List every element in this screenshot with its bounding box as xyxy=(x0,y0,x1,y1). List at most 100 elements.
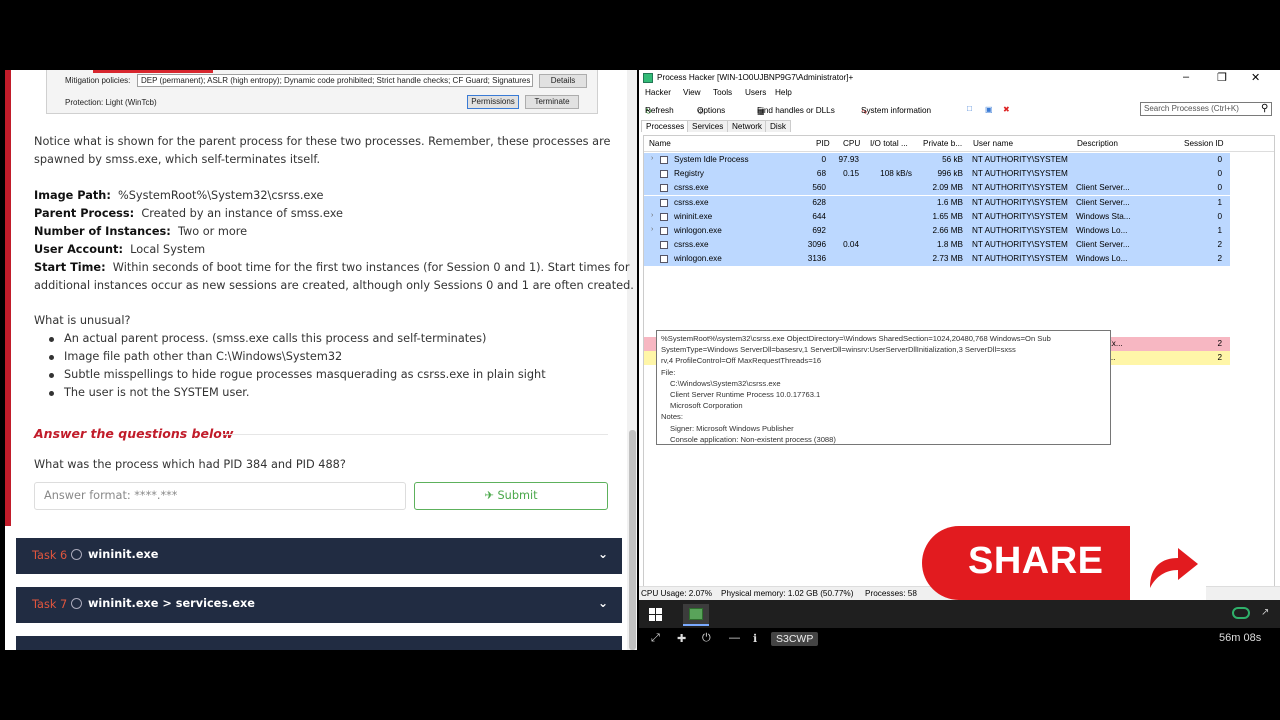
cloud-icon[interactable] xyxy=(1232,607,1250,619)
expand-icon[interactable]: › xyxy=(651,212,653,219)
window-icon[interactable]: □ xyxy=(967,104,972,113)
vm-control-bar: ⤢ ✚ ⏻ — ℹ S3CWP 56m 08s xyxy=(639,628,1280,650)
row-user: NT AUTHORITY\SYSTEM xyxy=(972,183,1068,193)
mitigation-field: DEP (permanent); ASLR (high entropy); Dy… xyxy=(137,74,533,87)
table-row[interactable]: csrss.exe 3096 0.04 1.8 MB NT AUTHORITY\SYST… xyxy=(644,238,1230,253)
unusual-title: What is unusual? xyxy=(34,314,131,327)
mitigation-label: Mitigation policies: xyxy=(65,76,131,85)
col-private[interactable]: Private b... xyxy=(923,139,962,148)
time-remaining: 56m 08s xyxy=(1219,632,1262,644)
row-user: NT AUTHORITY\SYSTEM xyxy=(972,226,1068,235)
room-panel: Mitigation policies: DEP (permanent); AS… xyxy=(5,70,637,650)
plus-icon[interactable]: ✚ xyxy=(677,632,686,645)
taskbar-process-hacker-icon[interactable] xyxy=(683,604,709,626)
expand-icon[interactable]: › xyxy=(651,226,653,233)
process-table: Name PID CPU I/O total ... Private b... … xyxy=(643,135,1275,587)
power-icon[interactable]: ⏻ xyxy=(702,632,711,645)
col-pid[interactable]: PID xyxy=(816,139,830,148)
tab-network[interactable]: Network xyxy=(727,120,768,132)
expand-icon[interactable]: › xyxy=(651,155,653,162)
menu-hacker[interactable]: Hacker xyxy=(645,88,671,97)
paper-plane-icon: ✈ xyxy=(484,489,494,502)
search-input[interactable]: Search Processes (Ctrl+K) xyxy=(1140,102,1272,116)
table-row[interactable]: csrss.exe 560 2.09 MB NT AUTHORITY\SYSTEM Cl… xyxy=(644,181,1230,196)
intro-line-1: Notice what is shown for the parent proc… xyxy=(34,135,611,148)
col-cpu[interactable]: CPU xyxy=(843,139,860,148)
table-row[interactable]: csrss.exe 628 1.6 MB NT AUTHORITY\SYSTEM Cli… xyxy=(644,195,1230,210)
row-cpu: 97.93 xyxy=(838,155,860,164)
maximize-icon[interactable]: ❐ xyxy=(1217,71,1227,84)
tooltip-line: Console application: Non-existent proces… xyxy=(670,434,836,444)
user-account-row: User Account: Local System xyxy=(34,243,206,256)
page-scrollbar[interactable] xyxy=(627,70,637,650)
details-button: Details xyxy=(539,74,587,88)
menu-view[interactable]: View xyxy=(683,88,701,97)
fullscreen-icon[interactable]: ⤢ xyxy=(651,632,660,645)
row-session: 2 xyxy=(1217,353,1222,362)
find-window-icon[interactable]: ▣ xyxy=(985,104,993,114)
task-7-header[interactable]: Task 7 wininit.exe > services.exe ⌄ xyxy=(16,587,622,623)
windows-start-icon[interactable] xyxy=(649,608,663,622)
row-priv: 2.66 MB xyxy=(932,226,964,235)
share-overlay[interactable]: SHARE xyxy=(922,526,1208,602)
process-icon xyxy=(660,170,668,179)
tab-processes[interactable]: Processes xyxy=(641,120,690,132)
close-red-icon[interactable]: ✖ xyxy=(1003,104,1010,114)
table-row[interactable]: Registry 68 0.15 108 kB/s 996 kB NT AUTHORITY… xyxy=(644,167,1230,182)
col-session[interactable]: Session ID xyxy=(1184,139,1224,148)
row-priv: 1.8 MB xyxy=(937,240,963,250)
submit-button[interactable]: ✈ Submit xyxy=(414,482,608,510)
menu-users[interactable]: Users xyxy=(745,88,766,97)
info-icon[interactable]: ℹ xyxy=(753,632,757,645)
tab-disk[interactable]: Disk xyxy=(765,120,791,132)
row-session: 2 xyxy=(1217,254,1222,264)
row-user: NT AUTHORITY\SYSTEM xyxy=(972,211,1068,221)
minus-icon[interactable]: — xyxy=(729,632,740,644)
col-io[interactable]: I/O total ... xyxy=(870,139,908,148)
row-desc: Client Server... xyxy=(1076,240,1130,250)
row-priv: 2.73 MB xyxy=(932,254,964,264)
table-row[interactable]: winlogon.exe 3136 2.73 MB NT AUTHORITY\SYST… xyxy=(644,252,1230,267)
process-icon xyxy=(660,198,668,207)
task-name: wininit.exe xyxy=(88,548,159,561)
row-session: 2 xyxy=(1217,240,1222,250)
answer-input[interactable]: Answer format: ****.*** xyxy=(34,482,406,510)
table-row[interactable]: › winlogon.exe 692 2.66 MB NT AUTHORITY\SYST… xyxy=(644,224,1230,238)
row-session: 0 xyxy=(1217,183,1222,193)
row-name: winlogon.exe xyxy=(674,226,722,235)
table-row[interactable]: › System Idle Process 0 97.93 56 kB NT AUTHOR… xyxy=(644,153,1230,167)
tab-services[interactable]: Services xyxy=(687,120,729,132)
title-bar: Process Hacker [WIN-1O0UJBNP9G7\Administ… xyxy=(639,70,1280,86)
process-icon xyxy=(660,241,668,250)
tooltip-line: SystemType=Windows ServerDll=basesrv,1 S… xyxy=(661,345,1016,355)
start-time-row: Start Time: Within seconds of boot time … xyxy=(34,261,630,274)
arrow-icon[interactable]: ↗ xyxy=(1261,607,1269,618)
search-icon[interactable]: ⚲ xyxy=(1261,103,1268,114)
close-icon[interactable]: ✕ xyxy=(1251,71,1260,84)
menu-tools[interactable]: Tools xyxy=(713,88,732,97)
answer-section-title: Answer the questions below xyxy=(34,426,234,441)
scrollbar-thumb[interactable] xyxy=(629,430,636,650)
task-8-header-partial[interactable] xyxy=(16,636,622,650)
row-priv: 996 kB xyxy=(937,169,964,179)
col-name[interactable]: Name xyxy=(649,139,671,148)
task-name: wininit.exe > services.exe xyxy=(88,597,255,610)
physical-memory: Physical memory: 1.02 GB (50.77%) xyxy=(721,589,854,598)
task-6-header[interactable]: Task 6 wininit.exe ⌄ xyxy=(16,538,622,574)
row-pid: 560 xyxy=(812,183,826,193)
tooltip-line: Microsoft Corporation xyxy=(670,401,743,411)
row-pid: 628 xyxy=(812,197,826,207)
minimize-icon[interactable]: – xyxy=(1183,71,1189,83)
row-session: 0 xyxy=(1217,211,1222,221)
session-tag[interactable]: S3CWP xyxy=(771,632,819,646)
row-name: Registry xyxy=(674,169,705,179)
col-user[interactable]: User name xyxy=(973,139,1013,148)
protection-label: Protection: Light (WinTcb) xyxy=(65,98,157,107)
process-tooltip: %SystemRoot%\system32\csrss.exe ObjectDi… xyxy=(656,330,1111,445)
row-cpu: 0.15 xyxy=(843,169,859,179)
table-row[interactable]: › wininit.exe 644 1.65 MB NT AUTHORITY\SYSTE… xyxy=(644,209,1230,224)
row-pid: 3136 xyxy=(807,254,826,264)
process-icon xyxy=(660,227,668,235)
col-description[interactable]: Description xyxy=(1077,139,1118,148)
menu-help[interactable]: Help xyxy=(775,88,792,97)
